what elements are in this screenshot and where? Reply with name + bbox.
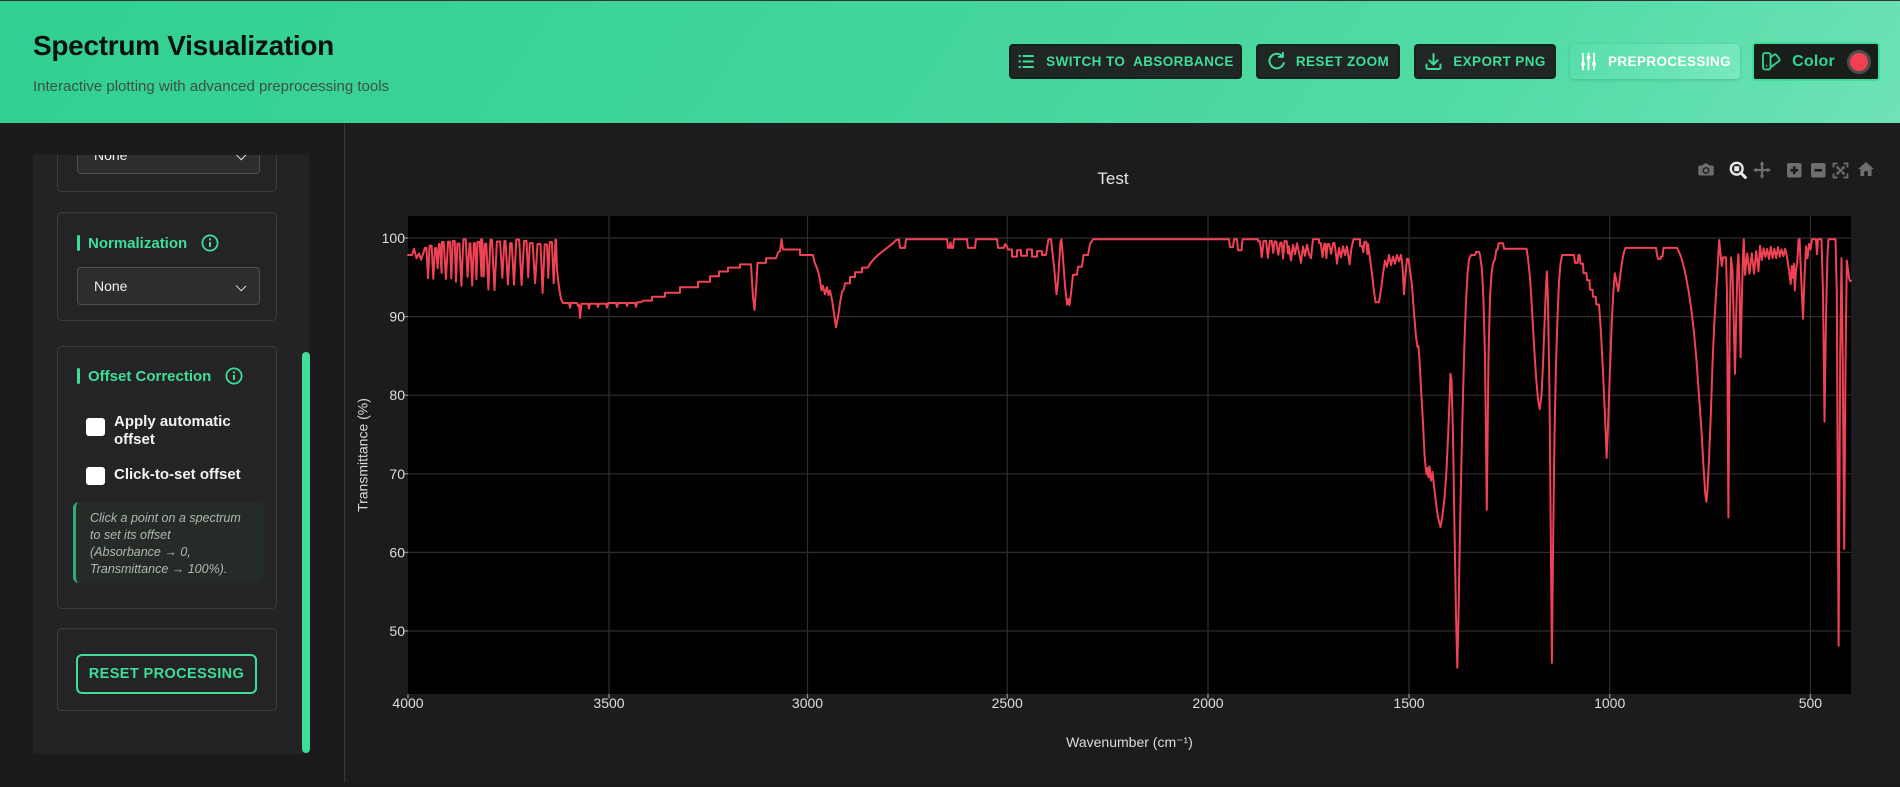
svg-text:Test: Test [1097, 169, 1128, 188]
svg-text:1000: 1000 [1594, 695, 1625, 711]
svg-text:3500: 3500 [593, 695, 624, 711]
svg-text:80: 80 [389, 387, 405, 403]
svg-text:Transmittance (%): Transmittance (%) [355, 398, 371, 512]
svg-text:2500: 2500 [992, 695, 1023, 711]
svg-text:2000: 2000 [1192, 695, 1223, 711]
svg-text:500: 500 [1799, 695, 1823, 711]
svg-text:70: 70 [389, 466, 405, 482]
svg-text:90: 90 [389, 309, 405, 325]
svg-text:1500: 1500 [1393, 695, 1424, 711]
svg-text:100: 100 [382, 230, 406, 246]
svg-text:60: 60 [389, 544, 405, 560]
svg-text:4000: 4000 [392, 695, 423, 711]
svg-text:3000: 3000 [792, 695, 823, 711]
svg-text:50: 50 [389, 623, 405, 639]
svg-text:Wavenumber (cm⁻¹): Wavenumber (cm⁻¹) [1066, 734, 1193, 750]
